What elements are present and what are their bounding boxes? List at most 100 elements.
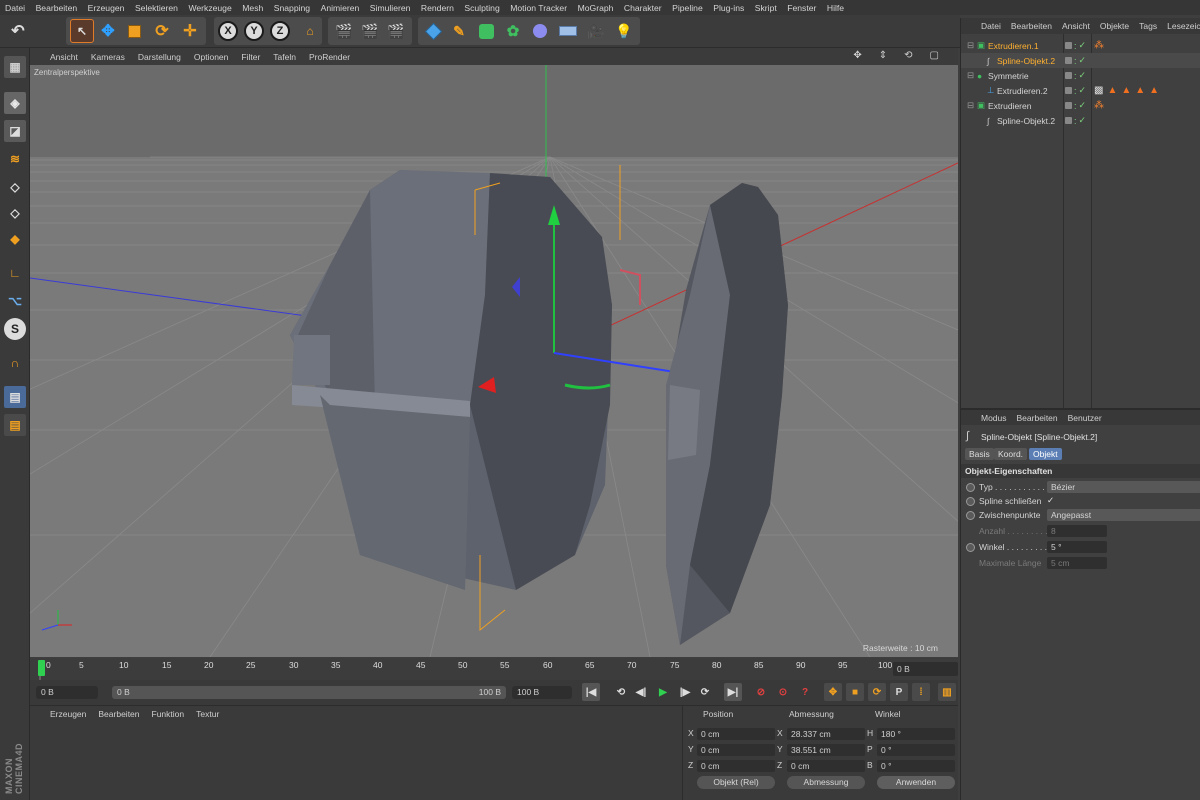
zoom-icon[interactable]: ⇕: [879, 50, 887, 61]
visibility-toggles[interactable]: : ✓: [1065, 40, 1087, 51]
menu-mesh[interactable]: Mesh: [242, 3, 263, 13]
menu-hilfe[interactable]: Hilfe: [827, 3, 844, 13]
count-field[interactable]: 8: [1047, 525, 1107, 537]
record-active-icon[interactable]: ⊘: [752, 683, 770, 701]
selection-tag-icon[interactable]: ▲: [1135, 85, 1145, 96]
viewport-menu-tafeln[interactable]: Tafeln: [273, 52, 296, 62]
axis-mode-icon[interactable]: ∟: [4, 262, 26, 284]
transform-tool-icon[interactable]: ✛: [178, 19, 202, 43]
select-tool-icon[interactable]: ↖: [70, 19, 94, 43]
angle-field[interactable]: 5 °: [1047, 541, 1107, 553]
menu-skript[interactable]: Skript: [755, 3, 777, 13]
texture-mode-icon[interactable]: ◪: [4, 120, 26, 142]
auto-key-icon[interactable]: ⊙: [774, 683, 792, 701]
tweak-mode-icon[interactable]: ⌥: [4, 290, 26, 312]
viewport-menu-darstellung[interactable]: Darstellung: [138, 52, 181, 62]
menu-mograph[interactable]: MoGraph: [578, 3, 614, 13]
play-icon[interactable]: ▶: [654, 683, 672, 701]
floor-environment-icon[interactable]: [556, 19, 580, 43]
pan-icon[interactable]: ✥: [853, 50, 861, 61]
visibility-toggles[interactable]: : ✓: [1065, 70, 1087, 81]
menu-bearbeiten[interactable]: Bearbeiten: [36, 3, 78, 13]
menu-fenster[interactable]: Fenster: [787, 3, 816, 13]
object-row-extrudieren-1[interactable]: ⊟ ▣ Extrudieren.1 : ✓ ⁂: [961, 38, 1200, 53]
tab-objekt[interactable]: Objekt: [1029, 448, 1062, 460]
tab-koord[interactable]: Koord.: [994, 448, 1028, 460]
collapse-icon[interactable]: ⊟: [967, 40, 974, 51]
maximize-icon[interactable]: ▢: [930, 50, 939, 61]
viewport-menu-prorender[interactable]: ProRender: [309, 52, 350, 62]
collapse-icon[interactable]: ⊟: [967, 70, 974, 81]
visibility-toggles[interactable]: : ✓: [1065, 85, 1087, 96]
animate-radio[interactable]: [966, 511, 975, 520]
obj-menu-ansicht[interactable]: Ansicht: [1062, 21, 1090, 31]
viewport-menu-ansicht[interactable]: Ansicht: [50, 52, 78, 62]
nurbs-icon[interactable]: [474, 19, 498, 43]
polygons-mode-icon[interactable]: ◆: [4, 228, 26, 250]
attr-menu-modus[interactable]: Modus: [981, 413, 1007, 423]
visibility-toggles[interactable]: : ✓: [1065, 55, 1087, 66]
undo-icon[interactable]: ↶: [6, 19, 30, 43]
size-y-field[interactable]: 38.551 cm: [787, 744, 865, 756]
rotate-tool-icon[interactable]: ⟳: [150, 19, 174, 43]
render-settings-icon[interactable]: 🎬: [384, 19, 408, 43]
animate-radio[interactable]: [966, 497, 975, 506]
workplane-lock-icon[interactable]: ▤: [4, 386, 26, 408]
render-picture-viewer-icon[interactable]: 🎬: [358, 19, 382, 43]
obj-menu-lesezeichen[interactable]: Lesezeichen: [1167, 21, 1200, 31]
texture-tag-icon[interactable]: ▩: [1094, 85, 1103, 96]
menu-sculpting[interactable]: Sculpting: [464, 3, 499, 13]
snapping-magnet-icon[interactable]: ∩: [4, 352, 26, 374]
material-menu-funktion[interactable]: Funktion: [152, 709, 185, 719]
menu-selektieren[interactable]: Selektieren: [135, 3, 178, 13]
selection-tag-icon[interactable]: ▲: [1149, 85, 1159, 96]
animate-radio[interactable]: [966, 543, 975, 552]
viewport-menu-filter[interactable]: Filter: [241, 52, 260, 62]
pos-z-field[interactable]: 0 cm: [697, 760, 775, 772]
animate-radio[interactable]: [966, 483, 975, 492]
end-frame-field[interactable]: 100 B: [512, 686, 572, 699]
y-axis-lock-button[interactable]: Y: [244, 21, 264, 41]
menu-motion-tracker[interactable]: Motion Tracker: [510, 3, 567, 13]
render-view-icon[interactable]: 🎬: [332, 19, 356, 43]
x-axis-lock-button[interactable]: X: [218, 21, 238, 41]
menu-charakter[interactable]: Charakter: [624, 3, 662, 13]
size-z-field[interactable]: 0 cm: [787, 760, 865, 772]
model-mode-icon[interactable]: ◈: [4, 92, 26, 114]
menu-rendern[interactable]: Rendern: [421, 3, 454, 13]
viewport-menu-optionen[interactable]: Optionen: [194, 52, 229, 62]
timeline-ruler[interactable]: 0 5 10 15 20 25 30 35 40 45 50 55 60 65 …: [30, 658, 958, 680]
go-to-start-icon[interactable]: |◀: [582, 683, 600, 701]
mograph-cloner-icon[interactable]: ✿: [501, 19, 525, 43]
points-mode-icon[interactable]: ◇: [4, 176, 26, 198]
previous-frame-icon[interactable]: ◀|: [632, 683, 650, 701]
object-row-extrudieren[interactable]: ⊟ ▣ Extrudieren : ✓ ⁂: [961, 98, 1200, 113]
go-to-end-icon[interactable]: ▶|: [724, 683, 742, 701]
coordinate-system-icon[interactable]: ⌂: [298, 19, 322, 43]
selection-tag-icon[interactable]: ▲: [1107, 85, 1117, 96]
close-spline-checkbox[interactable]: ✓: [1047, 495, 1054, 506]
next-key-icon[interactable]: ⟳: [696, 683, 714, 701]
obj-menu-datei[interactable]: Datei: [981, 21, 1001, 31]
move-tool-icon[interactable]: ✥: [96, 19, 120, 43]
phong-tag-icon[interactable]: ⁂: [1094, 40, 1104, 51]
intermediate-points-dropdown[interactable]: Angepasst: [1047, 509, 1200, 521]
menu-simulieren[interactable]: Simulieren: [370, 3, 411, 13]
visibility-toggles[interactable]: : ✓: [1065, 100, 1087, 111]
attr-menu-bearbeiten[interactable]: Bearbeiten: [1017, 413, 1058, 423]
spline-pen-icon[interactable]: ✎: [447, 19, 471, 43]
rot-h-field[interactable]: 180 °: [877, 728, 955, 740]
next-frame-icon[interactable]: |▶: [676, 683, 694, 701]
previous-key-icon[interactable]: ⟲: [612, 683, 630, 701]
pos-x-field[interactable]: 0 cm: [697, 728, 775, 740]
object-row-spline-objekt-2[interactable]: ∫ Spline-Objekt.2 : ✓: [961, 113, 1200, 128]
key-position-icon[interactable]: ✥: [824, 683, 842, 701]
object-row-symmetrie[interactable]: ⊟ ● Symmetrie : ✓: [961, 68, 1200, 83]
material-menu-bearbeiten[interactable]: Bearbeiten: [98, 709, 139, 719]
viewport-menu-kameras[interactable]: Kameras: [91, 52, 125, 62]
obj-menu-bearbeiten[interactable]: Bearbeiten: [1011, 21, 1052, 31]
scale-tool-icon[interactable]: [122, 19, 146, 43]
obj-menu-tags[interactable]: Tags: [1139, 21, 1157, 31]
light-icon[interactable]: 💡: [612, 19, 636, 43]
attr-menu-benutzer[interactable]: Benutzer: [1068, 413, 1102, 423]
